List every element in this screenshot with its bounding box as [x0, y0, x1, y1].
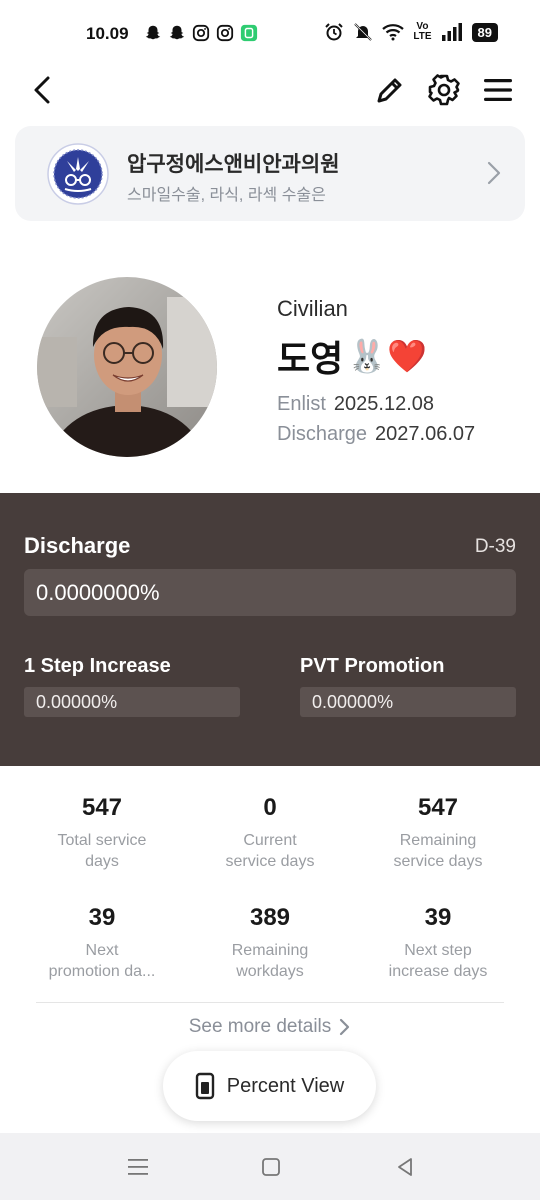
- see-more-label: See more details: [188, 1016, 332, 1037]
- discharge-title: Discharge: [24, 533, 131, 558]
- signal-icon: [441, 23, 462, 41]
- stat-label: Remaining workdays: [231, 942, 309, 980]
- user-name: 도영 🐰❤️: [277, 330, 427, 382]
- menu-button[interactable]: [478, 70, 518, 110]
- chevron-right-icon: [487, 161, 501, 185]
- stat-label: Remaining service days: [393, 832, 483, 870]
- top-navigation: [0, 70, 540, 110]
- d-day-badge: D-39: [474, 536, 516, 557]
- divider: [36, 1002, 504, 1003]
- back-button[interactable]: [22, 70, 62, 110]
- percent-view-label: Percent View: [226, 1074, 345, 1097]
- chevron-right-icon: [340, 1018, 350, 1036]
- hamburger-menu-icon: [484, 79, 512, 101]
- back-arrow-icon: [34, 76, 50, 104]
- stat-value: 547: [81, 794, 123, 821]
- ad-banner[interactable]: 압구정에스앤비안과의원 스마일수술, 라식, 라섹 수술은: [15, 126, 525, 221]
- phone-battery-icon: [195, 1072, 214, 1100]
- progress-panel: Discharge D-39 0.0000000% 1 Step Increas…: [0, 493, 540, 766]
- step-increase-percent: 0.00000%: [36, 692, 118, 712]
- recent-apps-icon: [128, 1159, 148, 1175]
- status-bar: 10.09 Vo LTE 89: [0, 0, 540, 70]
- back-nav-button[interactable]: [390, 1153, 420, 1181]
- recent-apps-button[interactable]: [123, 1153, 153, 1181]
- system-status-icons: Vo LTE 89: [324, 22, 498, 42]
- percent-view-button[interactable]: Percent View: [163, 1051, 376, 1121]
- stat-remaining-workdays: 389 Remaining workdays: [180, 904, 360, 982]
- stat-remaining-service-days: 547 Remaining service days: [348, 794, 528, 872]
- system-navigation-bar: [0, 1133, 540, 1200]
- enlist-row: Enlist 2025.12.08: [277, 393, 434, 416]
- notification-icons: [144, 24, 258, 42]
- status-time: 10.09: [86, 24, 129, 43]
- rank-label: Civilian: [277, 296, 348, 321]
- instagram-icon: [216, 24, 234, 42]
- enlist-label: Enlist: [277, 393, 326, 415]
- battery-level: 89: [471, 22, 498, 42]
- back-triangle-icon: [398, 1158, 412, 1176]
- promotion-progress-bar: 0.00000%: [300, 687, 516, 717]
- discharge-date: 2027.06.07: [375, 423, 476, 445]
- stat-next-promotion-days: 39 Next promotion da...: [12, 904, 192, 982]
- stat-total-service-days: 547 Total service days: [12, 794, 192, 872]
- discharge-row: Discharge 2027.06.07: [277, 423, 475, 446]
- stat-label: Total service days: [57, 832, 147, 870]
- promotion-label: PVT Promotion: [300, 655, 445, 677]
- gear-icon: [428, 74, 460, 106]
- discharge-progress-bar: 0.0000000%: [24, 569, 516, 616]
- see-more-details-link[interactable]: See more details: [0, 1016, 540, 1038]
- name-text: 도영: [277, 338, 344, 379]
- stat-label: Next promotion da...: [48, 942, 156, 980]
- stat-label: Next step increase days: [388, 942, 488, 980]
- stat-current-service-days: 0 Current service days: [180, 794, 360, 872]
- alarm-icon: [325, 23, 344, 41]
- stat-value: 39: [424, 904, 452, 931]
- stat-value: 389: [249, 904, 291, 931]
- edit-button[interactable]: [370, 70, 410, 110]
- promotion-percent: 0.00000%: [312, 692, 394, 712]
- stat-value: 0: [263, 794, 277, 821]
- clinic-logo: [47, 143, 109, 205]
- ad-subtitle: 스마일수술, 라식, 라섹 수술은: [127, 187, 326, 204]
- home-icon: [262, 1158, 280, 1176]
- discharge-label: Discharge: [277, 423, 368, 445]
- pencil-icon: [377, 78, 402, 103]
- stat-value: 547: [417, 794, 459, 821]
- enlist-date: 2025.12.08: [333, 393, 435, 415]
- step-increase-progress-bar: 0.00000%: [24, 687, 240, 717]
- home-button[interactable]: [256, 1153, 286, 1181]
- discharge-percent: 0.0000000%: [36, 580, 160, 605]
- snapchat-icon: [145, 25, 161, 40]
- stat-label: Current service days: [225, 832, 315, 870]
- step-increase-label: 1 Step Increase: [24, 655, 171, 677]
- name-emojis: 🐰❤️: [347, 338, 427, 374]
- stat-value: 39: [88, 904, 116, 931]
- mute-bell-icon: [354, 23, 373, 41]
- stat-next-step-increase-days: 39 Next step increase days: [348, 904, 528, 982]
- ad-title: 압구정에스앤비안과의원: [127, 153, 340, 176]
- volte-indicator: Vo LTE: [413, 21, 432, 42]
- settings-button[interactable]: [424, 70, 464, 110]
- wifi-icon: [382, 24, 405, 41]
- app-notification-icon: [240, 24, 258, 42]
- instagram-icon: [192, 24, 210, 42]
- avatar: [37, 277, 217, 457]
- snapchat-icon: [169, 25, 185, 40]
